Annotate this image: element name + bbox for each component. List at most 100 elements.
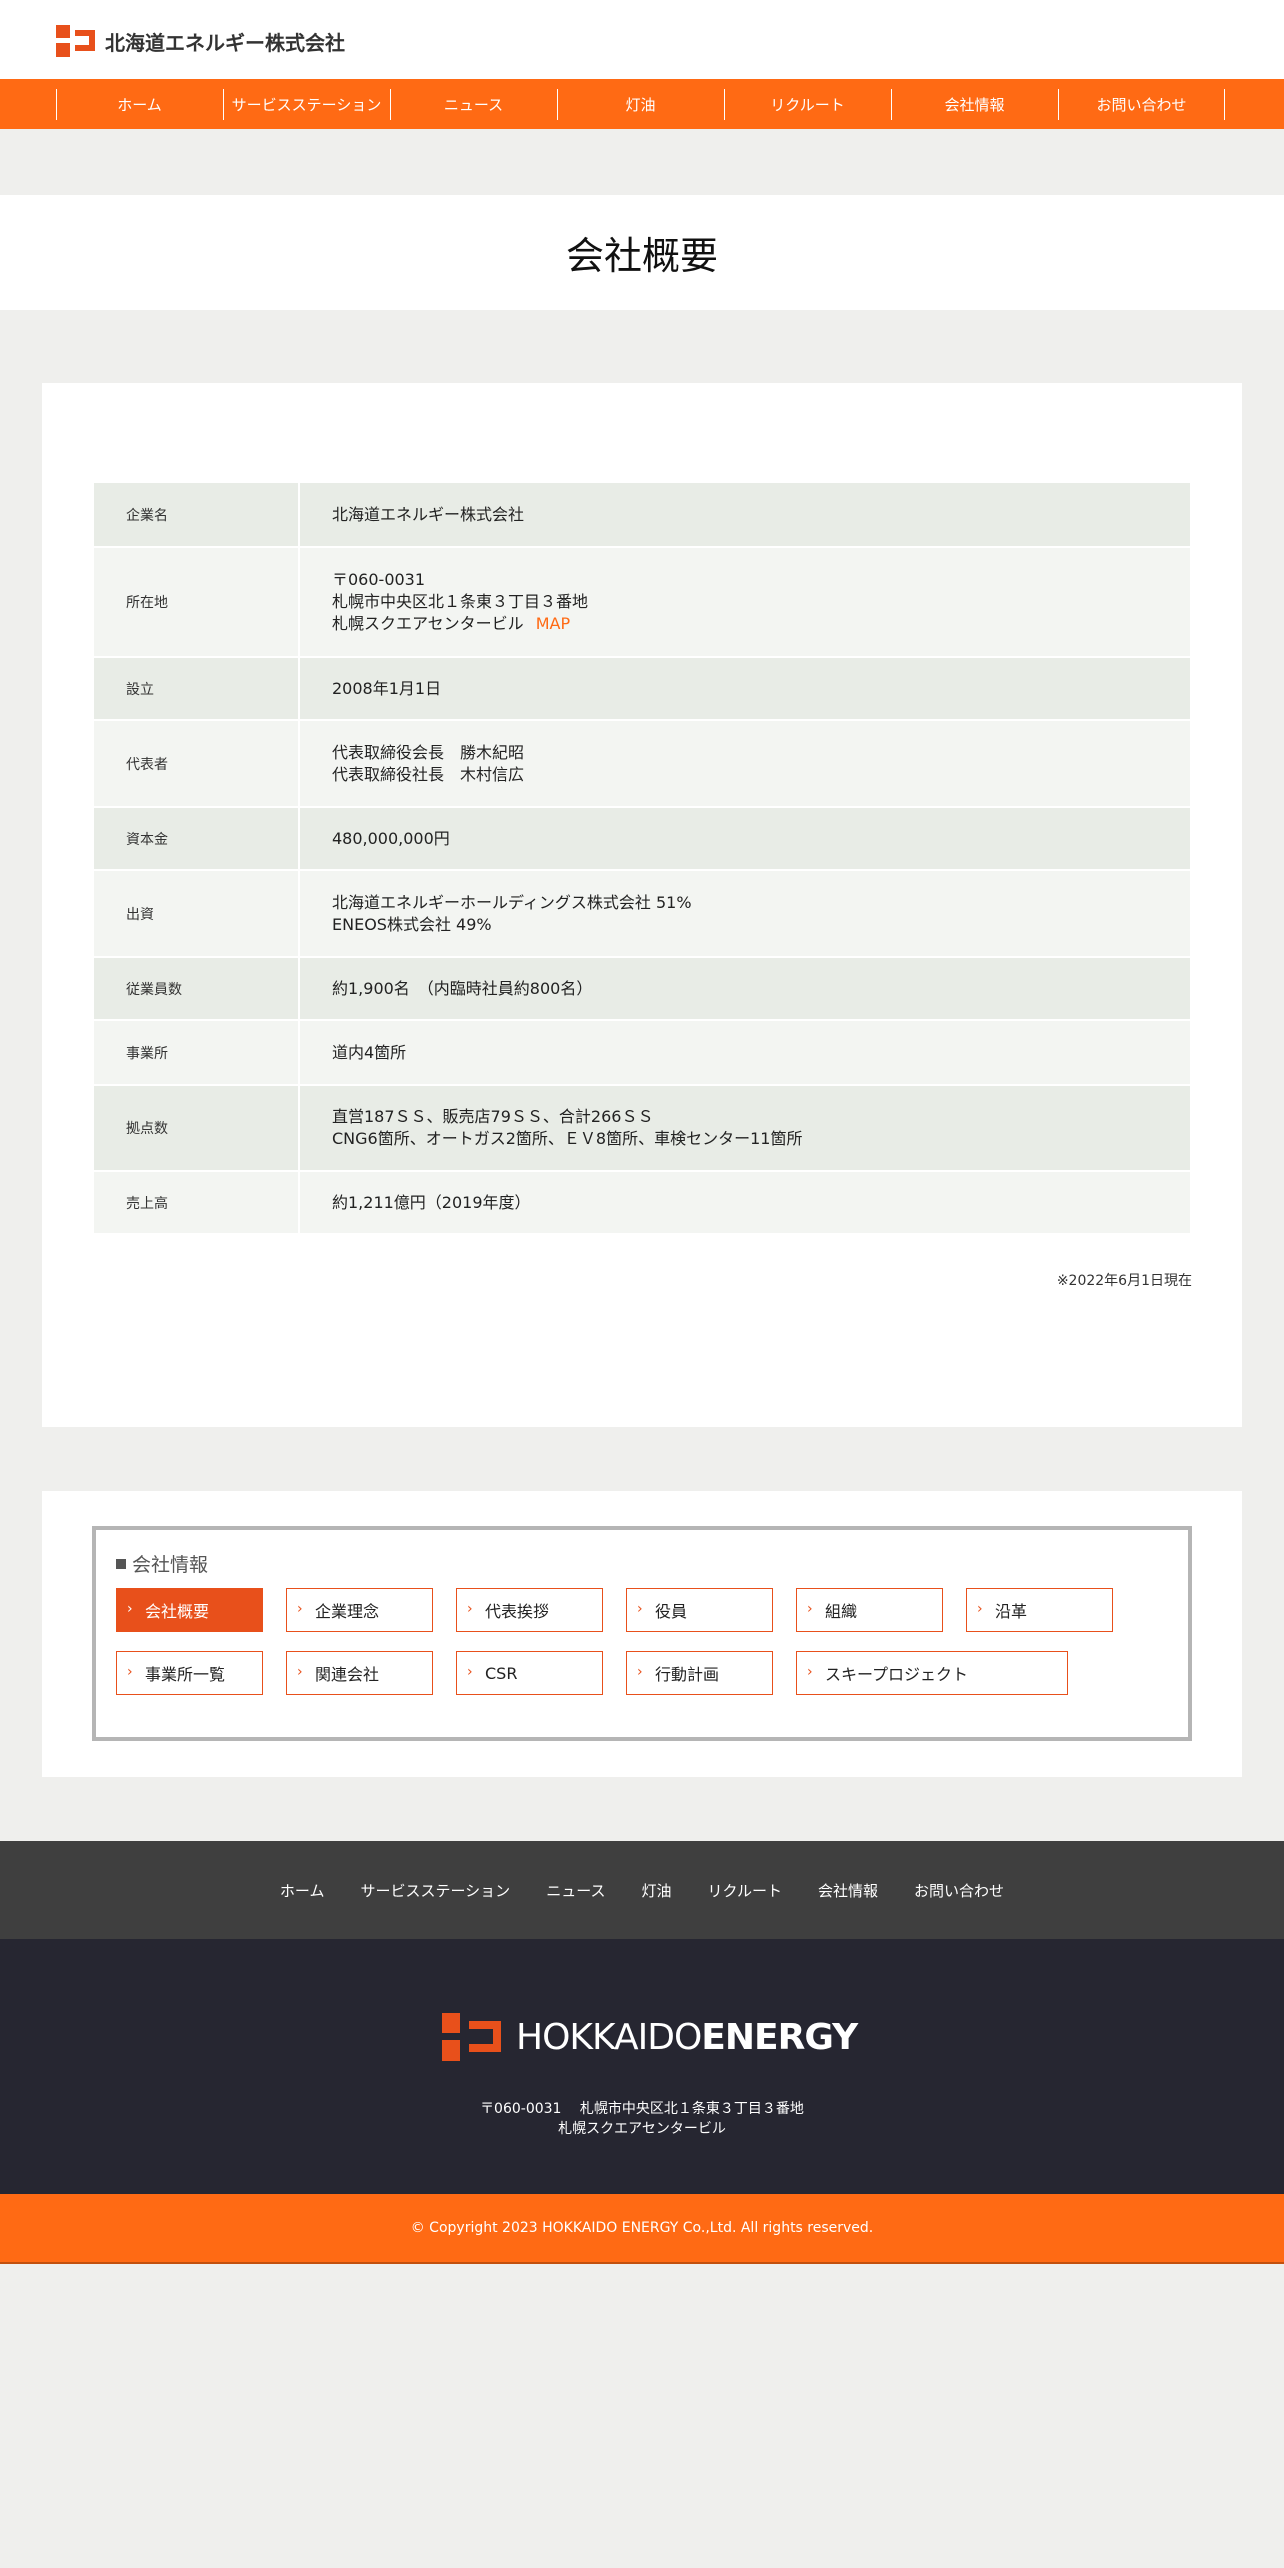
value-line: 約1,900名 （内臨時社員約800名） <box>332 978 593 998</box>
nav-item-recruit[interactable]: リクルート <box>724 79 891 129</box>
row-label: 資本金 <box>94 807 300 870</box>
value-line: 直営187ＳＳ、販売店79ＳＳ、合計266ＳＳ <box>332 1107 654 1126</box>
menu-item-label: CSR <box>485 1663 518 1683</box>
menu-item-overview[interactable]: › 会社概要 <box>116 1588 263 1632</box>
map-link[interactable]: MAP <box>536 614 570 633</box>
chevron-right-icon: › <box>127 1601 133 1617</box>
row-label: 出資 <box>94 870 300 957</box>
row-label: 拠点数 <box>94 1085 300 1171</box>
menu-item-label: 企業理念 <box>315 1602 380 1621</box>
row-value: 道内4箇所 <box>299 1020 1190 1085</box>
chevron-right-icon: › <box>637 1664 643 1680</box>
menu-item-officers[interactable]: › 役員 <box>626 1588 773 1632</box>
company-menu-panel: 会社情報 › 会社概要 › 企業理念 › 代表挨拶 › 役員 › 組織 › 沿革 › 事業所一… <box>42 1491 1242 1777</box>
copyright-text: © Copyright 2023 HOKKAIDO ENERGY Co.,Ltd… <box>410 2220 874 2236</box>
footer-nav-news[interactable]: ニュース <box>546 1880 605 1901</box>
menu-item-label: 代表挨拶 <box>485 1602 550 1621</box>
footer-address: 〒060-0031 札幌市中央区北１条東３丁目３番地 札幌スクエアセンタービル <box>0 2099 1284 2139</box>
row-label: 代表者 <box>94 720 300 807</box>
nav-item-home[interactable]: ホーム <box>56 79 223 129</box>
menu-item-label: 行動計画 <box>655 1665 720 1684</box>
site-logo[interactable]: 北海道エネルギー株式会社 <box>56 25 345 57</box>
menu-item-affiliates[interactable]: › 関連会社 <box>286 1651 433 1695</box>
value-line: 2008年1月1日 <box>332 678 442 698</box>
chevron-right-icon: › <box>127 1664 133 1680</box>
footer-nav-home[interactable]: ホーム <box>280 1880 325 1901</box>
logo-word-light: HOKKAIDO <box>516 2016 702 2058</box>
address-line: 札幌スクエアセンタービル <box>558 2121 726 2137</box>
footer-nav-company[interactable]: 会社情報 <box>818 1880 878 1901</box>
row-label: 所在地 <box>94 547 300 657</box>
footer-nav-service-station[interactable]: サービスステーション <box>360 1880 510 1901</box>
menu-heading-text: 会社情報 <box>132 1554 209 1576</box>
copyright-bar: © Copyright 2023 HOKKAIDO ENERGY Co.,Ltd… <box>0 2194 1284 2264</box>
menu-item-label: 事業所一覧 <box>145 1665 226 1684</box>
row-value: 代表取締役会長 勝木紀昭 代表取締役社長 木村信広 <box>299 720 1190 807</box>
nav-item-news[interactable]: ニュース <box>390 79 557 129</box>
row-value: 北海道エネルギー株式会社 <box>299 483 1190 547</box>
value-line: 480,000,000円 <box>332 828 450 848</box>
table-row: 従業員数 約1,900名 （内臨時社員約800名） <box>94 957 1190 1020</box>
menu-item-offices[interactable]: › 事業所一覧 <box>116 1651 263 1695</box>
row-label: 企業名 <box>94 483 300 547</box>
company-overview-panel: 企業名 北海道エネルギー株式会社 所在地 〒060-0031 札幌市中央区北１条… <box>42 383 1242 1427</box>
value-line: 札幌スクエアセンタービル MAP <box>332 613 1190 635</box>
table-row: 設立 2008年1月1日 <box>94 657 1190 720</box>
chevron-right-icon: › <box>637 1601 643 1617</box>
row-value: 約1,211億円（2019年度） <box>299 1171 1190 1234</box>
nav-item-contact[interactable]: お問い合わせ <box>1058 79 1225 129</box>
value-line: 約1,211億円（2019年度） <box>332 1192 531 1212</box>
company-menu-heading: 会社情報 <box>116 1550 208 1577</box>
value-line: 道内4箇所 <box>332 1042 407 1062</box>
menu-item-greeting[interactable]: › 代表挨拶 <box>456 1588 603 1632</box>
menu-item-label: 関連会社 <box>315 1665 380 1684</box>
as-of-note: ※2022年6月1日現在 <box>1056 1273 1192 1289</box>
value-line: ENEOS株式会社 49% <box>332 914 492 934</box>
menu-item-label: スキープロジェクト <box>825 1665 969 1684</box>
row-value: 約1,900名 （内臨時社員約800名） <box>299 957 1190 1020</box>
footer-nav: ホーム サービスステーション ニュース 灯油 リクルート 会社情報 お問い合わせ <box>0 1841 1284 1939</box>
nav-item-service-station[interactable]: サービスステーション <box>223 79 390 129</box>
logo-mark-icon <box>442 2013 502 2061</box>
global-nav: ホーム サービスステーション ニュース 灯油 リクルート 会社情報 お問い合わせ <box>0 79 1284 129</box>
menu-item-history[interactable]: › 沿革 <box>966 1588 1113 1632</box>
menu-item-label: 会社概要 <box>145 1602 210 1621</box>
chevron-right-icon: › <box>467 1601 473 1617</box>
footer-logo-text: HOKKAIDOENERGY <box>516 2016 858 2058</box>
table-row: 出資 北海道エネルギーホールディングス株式会社 51% ENEOS株式会社 49… <box>94 870 1190 957</box>
menu-item-label: 沿革 <box>995 1602 1028 1621</box>
row-value: 直営187ＳＳ、販売店79ＳＳ、合計266ＳＳ CNG6箇所、オートガス2箇所、… <box>299 1085 1190 1171</box>
table-row: 企業名 北海道エネルギー株式会社 <box>94 483 1190 547</box>
chevron-right-icon: › <box>297 1664 303 1680</box>
footer-logo[interactable]: HOKKAIDOENERGY <box>442 2013 858 2061</box>
table-row: 所在地 〒060-0031 札幌市中央区北１条東３丁目３番地 札幌スクエアセンタ… <box>94 547 1190 657</box>
footer-nav-contact[interactable]: お問い合わせ <box>914 1880 1004 1901</box>
footer-nav-kerosene[interactable]: 灯油 <box>641 1880 671 1901</box>
table-row: 拠点数 直営187ＳＳ、販売店79ＳＳ、合計266ＳＳ CNG6箇所、オートガス… <box>94 1085 1190 1171</box>
row-value: 〒060-0031 札幌市中央区北１条東３丁目３番地 札幌スクエアセンタービル M… <box>299 547 1190 657</box>
row-label: 売上高 <box>94 1171 300 1234</box>
address-line: 〒060-0031 札幌市中央区北１条東３丁目３番地 <box>480 2101 804 2117</box>
table-row: 代表者 代表取締役会長 勝木紀昭 代表取締役社長 木村信広 <box>94 720 1190 807</box>
nav-item-kerosene[interactable]: 灯油 <box>557 79 724 129</box>
value-line: 北海道エネルギーホールディングス株式会社 51% <box>332 892 692 912</box>
value-line: 代表取締役会長 勝木紀昭 <box>332 742 525 762</box>
menu-item-ski-project[interactable]: › スキープロジェクト <box>796 1651 1068 1695</box>
row-value: 480,000,000円 <box>299 807 1190 870</box>
menu-item-label: 組織 <box>825 1602 858 1621</box>
footer-nav-recruit[interactable]: リクルート <box>707 1880 782 1901</box>
menu-item-csr[interactable]: › CSR <box>456 1651 603 1695</box>
company-info-table: 企業名 北海道エネルギー株式会社 所在地 〒060-0031 札幌市中央区北１条… <box>94 483 1190 1235</box>
nav-item-company[interactable]: 会社情報 <box>891 79 1058 129</box>
value-line: 北海道エネルギー株式会社 <box>332 504 525 524</box>
chevron-right-icon: › <box>807 1664 813 1680</box>
menu-item-label: 役員 <box>655 1602 688 1621</box>
menu-item-action-plan[interactable]: › 行動計画 <box>626 1651 773 1695</box>
chevron-right-icon: › <box>467 1664 473 1680</box>
building-name: 札幌スクエアセンタービル <box>332 614 524 633</box>
menu-item-philosophy[interactable]: › 企業理念 <box>286 1588 433 1632</box>
page-title: 会社概要 <box>565 234 718 278</box>
value-line: 〒060-0031 <box>332 570 426 589</box>
logo-text: 北海道エネルギー株式会社 <box>105 30 345 55</box>
menu-item-organization[interactable]: › 組織 <box>796 1588 943 1632</box>
